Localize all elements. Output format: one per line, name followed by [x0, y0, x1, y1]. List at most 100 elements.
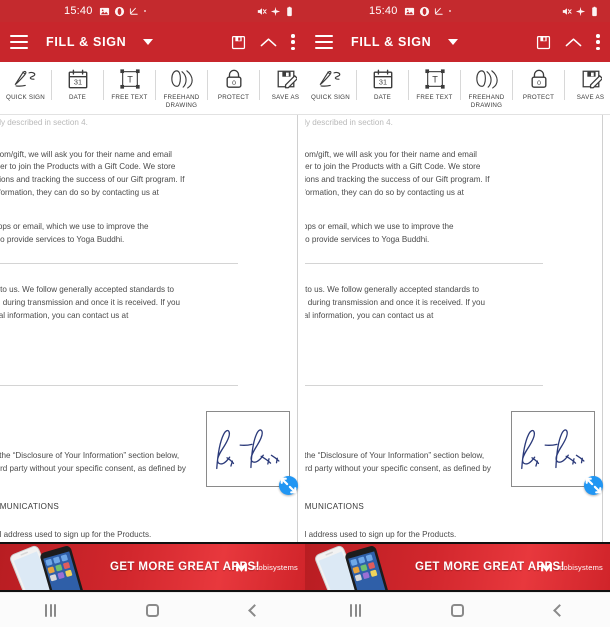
doc-line: vite him or her to join the Products wit… — [305, 162, 481, 171]
phones-image — [315, 545, 390, 590]
signature-annotation[interactable] — [511, 411, 603, 495]
tool-save-as[interactable]: SAVE AS — [260, 62, 305, 114]
page-separator — [0, 263, 238, 264]
save-as-icon — [580, 66, 602, 92]
overflow-menu-icon[interactable] — [291, 34, 295, 50]
opera-icon — [114, 6, 124, 16]
app-bar: FILL & SIGN — [305, 22, 610, 62]
caret-down-icon[interactable] — [143, 39, 154, 45]
status-bar-notification-icons — [99, 6, 146, 17]
chevron-up-icon[interactable] — [260, 37, 277, 47]
svg-text:31: 31 — [378, 78, 386, 87]
back-icon — [552, 603, 566, 617]
doc-line: is important to us. We follow generally … — [0, 285, 175, 294]
padlock-icon: 0 — [529, 66, 549, 92]
ad-banner[interactable]: GET MORE GREAT APPS! mobisystems — [305, 542, 610, 592]
fill-and-sign-toolbar: QUICK SIGN 31 DATE T FREE TEXT FREEHAND … — [305, 62, 610, 115]
tool-freehand-drawing[interactable]: FREEHAND DRAWING — [461, 62, 512, 114]
signature-annotation[interactable] — [206, 411, 298, 495]
recents-icon — [350, 603, 362, 617]
home-button[interactable] — [122, 593, 182, 627]
status-bar-clock: 15:40 — [64, 5, 93, 17]
home-icon — [450, 603, 464, 617]
tool-protect[interactable]: 0 PROTECT — [208, 62, 259, 114]
home-button[interactable] — [427, 593, 487, 627]
save-icon[interactable] — [536, 35, 551, 50]
back-button[interactable] — [224, 593, 284, 627]
tool-save-as[interactable]: SAVE AS — [565, 62, 610, 114]
doc-line: his or her information, they can do so b… — [305, 188, 464, 197]
svg-text:0: 0 — [537, 80, 541, 87]
tool-label: QUICK SIGN — [6, 94, 45, 101]
tool-label: DATE — [68, 94, 87, 101]
tool-freehand-drawing[interactable]: FREEHAND DRAWING — [156, 62, 207, 114]
caret-down-icon[interactable] — [448, 39, 459, 45]
app-bar-title: FILL & SIGN — [46, 35, 127, 49]
pdf-viewer[interactable]: ogies, as fully described in section 4. … — [305, 115, 610, 542]
pdf-viewer[interactable]: ogies, as fully described in section 4. … — [0, 115, 305, 542]
tool-label: FREE TEXT — [416, 94, 453, 101]
status-bar-system-icons — [561, 6, 600, 17]
phones-image — [10, 545, 85, 590]
doc-line: ntractors who provide services to Yoga B… — [0, 235, 125, 244]
status-bar: 15:40 — [305, 0, 610, 22]
ad-brand: mobisystems — [540, 561, 603, 574]
tool-quick-sign[interactable]: QUICK SIGN — [0, 62, 51, 114]
recents-button[interactable] — [326, 593, 386, 627]
page-separator — [305, 263, 543, 264]
status-bar-system-icons — [256, 6, 295, 17]
doc-line: his or her information, they can do so b… — [0, 188, 159, 197]
svg-text:31: 31 — [73, 78, 81, 87]
tool-date[interactable]: 31 DATE — [357, 62, 408, 114]
chevron-up-icon[interactable] — [565, 37, 582, 47]
resize-diagonal-icon[interactable] — [279, 476, 298, 495]
save-icon[interactable] — [231, 35, 246, 50]
airplane-mode-icon — [575, 6, 586, 16]
doc-line: us via the Apps or email, which we use t… — [305, 222, 454, 231]
doc-line: d to us, both during transmission and on… — [305, 298, 486, 307]
svg-text:T: T — [432, 75, 438, 85]
quick-sign-icon — [13, 66, 39, 92]
status-bar: 15:40 — [0, 0, 305, 22]
back-button[interactable] — [529, 593, 589, 627]
tool-date[interactable]: 31 DATE — [52, 62, 103, 114]
tool-label: SAVE AS — [271, 94, 300, 101]
tool-quick-sign[interactable]: QUICK SIGN — [305, 62, 356, 114]
signature-ink — [216, 429, 280, 470]
tool-free-text[interactable]: T FREE TEXT — [104, 62, 155, 114]
android-nav-bar — [0, 592, 305, 627]
mute-icon — [257, 7, 267, 15]
freehand-drawing-icon — [474, 66, 500, 92]
tool-free-text[interactable]: T FREE TEXT — [409, 62, 460, 114]
more-dot-icon — [448, 10, 451, 12]
doc-line: your personal information, you can conta… — [305, 311, 434, 320]
ad-brand-name: mobisystems — [557, 563, 603, 572]
doc-line: wndogapp.com/gift, we will ask you for t… — [305, 150, 477, 159]
download-complete-icon — [434, 7, 443, 15]
app-bar-title: FILL & SIGN — [351, 35, 432, 49]
page-separator — [0, 385, 238, 386]
dual-pane-screenshot: 15:40 FILL & SIGN QUICK SIGN 31 DATE T F… — [0, 0, 610, 627]
mobisystems-logo-icon — [236, 563, 247, 572]
ad-brand-name: mobisystems — [252, 563, 298, 572]
doc-line: d to us, both during transmission and on… — [0, 298, 181, 307]
text-box-icon: T — [119, 66, 141, 92]
hamburger-icon[interactable] — [10, 35, 28, 49]
doc-line: wndogapp.com/gift, we will ask you for t… — [0, 150, 172, 159]
text-box-icon: T — [424, 66, 446, 92]
doc-line: is important to us. We follow generally … — [305, 285, 480, 294]
doc-line: via the email address used to sign up fo… — [305, 530, 457, 539]
tool-protect[interactable]: 0 PROTECT — [513, 62, 564, 114]
doc-line: vite him or her to join the Products wit… — [0, 162, 176, 171]
mute-icon — [562, 7, 572, 15]
ad-brand: mobisystems — [235, 561, 298, 574]
resize-diagonal-icon[interactable] — [584, 476, 603, 495]
ad-banner[interactable]: GET MORE GREAT APPS! mobisystems — [0, 542, 305, 592]
calendar-icon: 31 — [372, 66, 394, 92]
overflow-menu-icon[interactable] — [596, 34, 600, 50]
recents-button[interactable] — [21, 593, 81, 627]
doc-line: via the email address used to sign up fo… — [0, 530, 152, 539]
hamburger-icon[interactable] — [315, 35, 333, 49]
mobisystems-logo-icon — [541, 563, 552, 572]
recents-icon — [45, 603, 57, 617]
